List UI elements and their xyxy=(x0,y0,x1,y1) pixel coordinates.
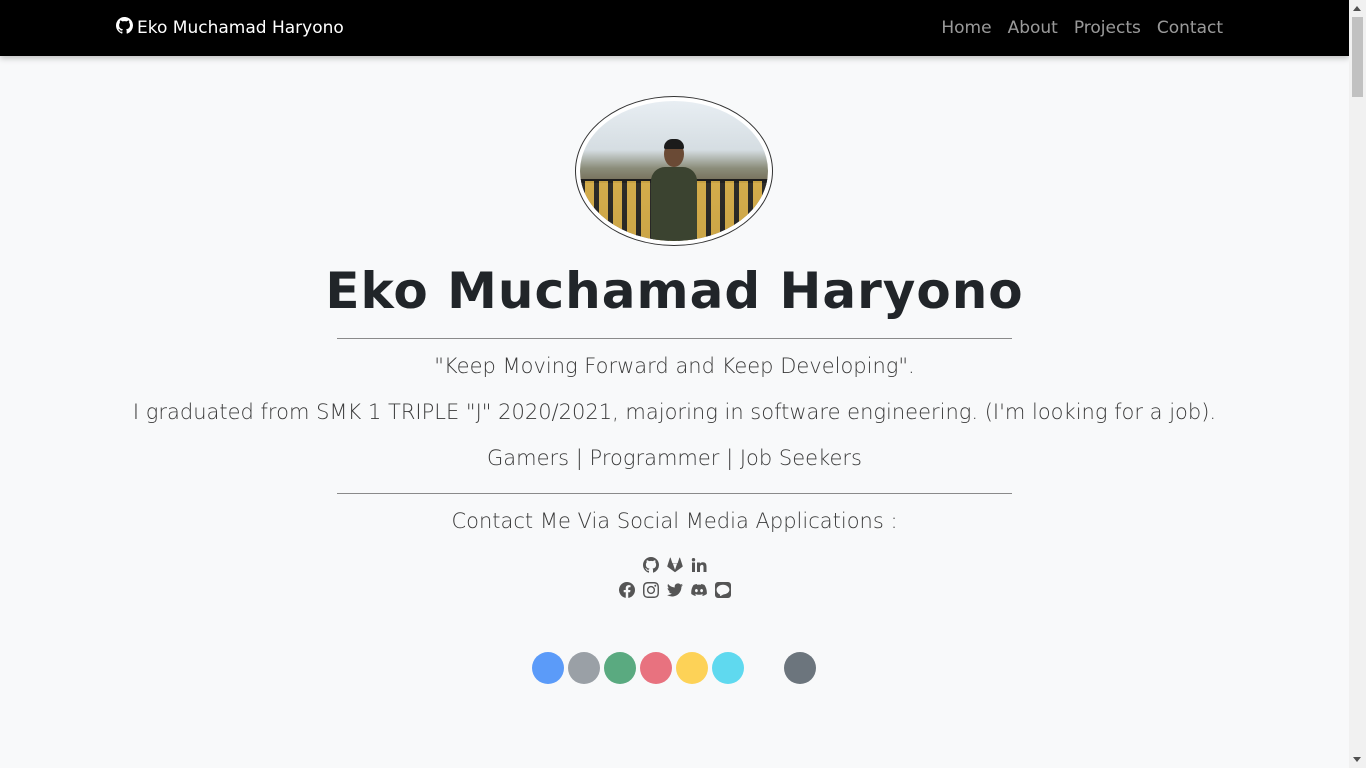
theme-color-dot[interactable] xyxy=(604,652,636,684)
facebook-icon[interactable] xyxy=(618,581,635,599)
gitlab-icon[interactable] xyxy=(666,557,683,574)
nav-projects[interactable]: Projects xyxy=(1074,18,1141,38)
brand-link[interactable]: Eko Muchamad Haryono xyxy=(116,0,344,56)
theme-color-picker xyxy=(532,652,816,684)
line-icon[interactable] xyxy=(714,582,731,599)
profile-education: I graduated from SMK 1 TRIPLE "J" 2020/2… xyxy=(132,400,1217,424)
brand-label: Eko Muchamad Haryono xyxy=(137,18,344,38)
profile-photo xyxy=(575,96,773,246)
theme-color-dot[interactable] xyxy=(712,652,744,684)
scroll-up-arrow-icon[interactable] xyxy=(1353,6,1361,11)
theme-color-dot[interactable] xyxy=(784,652,816,684)
contact-heading: Contact Me Via Social Media Applications… xyxy=(451,509,898,533)
theme-color-dot[interactable] xyxy=(640,652,672,684)
profile-quote: "Keep Moving Forward and Keep Developing… xyxy=(434,354,915,378)
social-icons-row-1 xyxy=(0,557,1349,574)
instagram-icon[interactable] xyxy=(642,582,659,599)
scrollbar-thumb[interactable] xyxy=(1352,17,1363,97)
nav-home[interactable]: Home xyxy=(941,18,991,38)
linkedin-icon[interactable] xyxy=(691,557,707,574)
nav-contact[interactable]: Contact xyxy=(1157,18,1223,38)
theme-color-dot[interactable] xyxy=(568,652,600,684)
theme-color-dot xyxy=(748,652,780,684)
divider xyxy=(337,493,1012,494)
scrollbar[interactable] xyxy=(1349,0,1366,768)
twitter-icon[interactable] xyxy=(666,582,683,599)
github-icon xyxy=(116,17,133,39)
divider xyxy=(337,338,1012,339)
navbar: Eko Muchamad Haryono Home About Projects… xyxy=(0,0,1349,56)
scroll-down-arrow-icon[interactable] xyxy=(1353,757,1361,762)
nav-about[interactable]: About xyxy=(1008,18,1058,38)
github-icon[interactable] xyxy=(642,557,659,574)
profile-roles: Gamers | Programmer | Job Seekers xyxy=(487,446,862,470)
social-icons-row-2 xyxy=(0,581,1349,599)
profile-name: Eko Muchamad Haryono xyxy=(325,262,1024,320)
nav-links: Home About Projects Contact xyxy=(941,0,1223,56)
theme-color-dot[interactable] xyxy=(676,652,708,684)
discord-icon[interactable] xyxy=(690,582,707,599)
theme-color-dot[interactable] xyxy=(532,652,564,684)
